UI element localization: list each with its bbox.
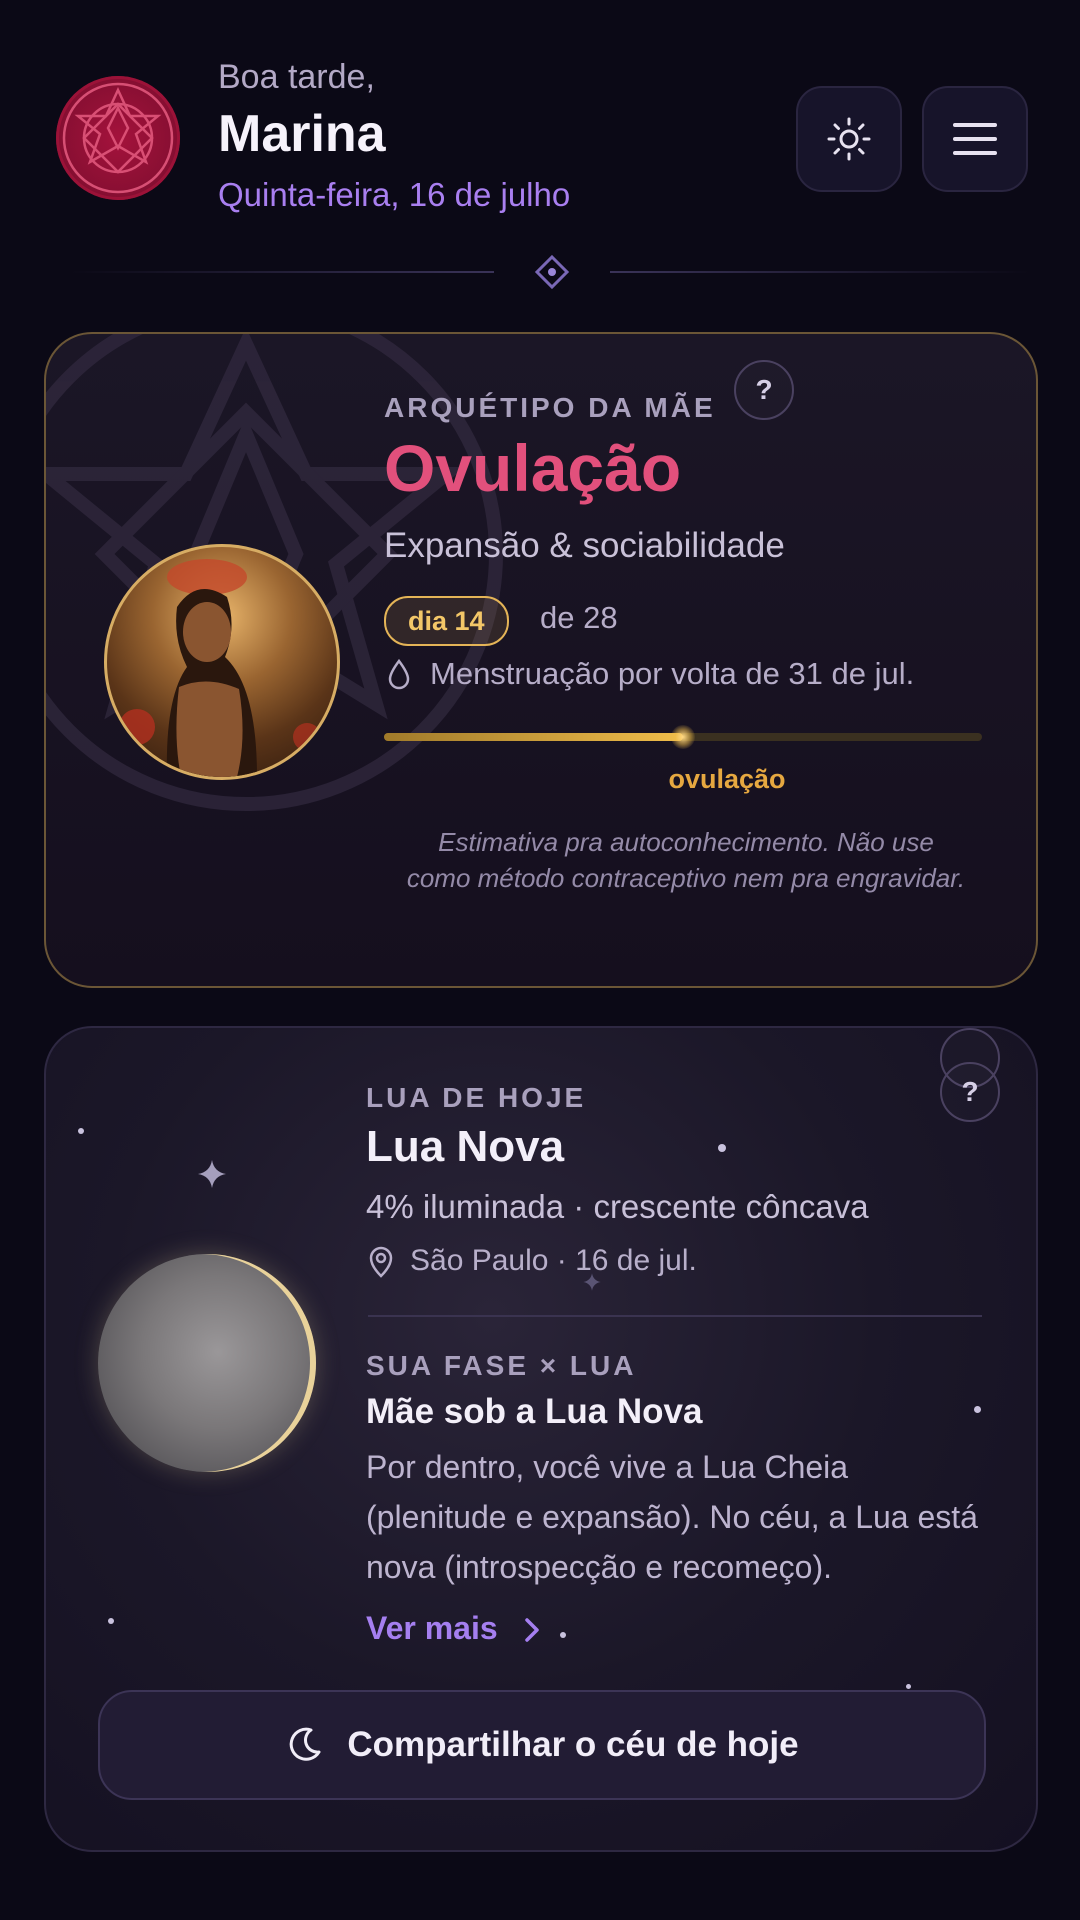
- diamond-ornament-icon: [534, 254, 570, 290]
- moon-illumination-text: 4% iluminada · crescente côncava: [366, 1188, 869, 1225]
- share-sky-button[interactable]: Compartilhar o céu de hoje: [98, 1690, 986, 1800]
- crescent-moon-icon: [290, 1727, 321, 1761]
- location-pin-icon: [369, 1246, 393, 1278]
- mandala-logo: [56, 76, 180, 200]
- cycle-phase-card: ? ARQUÉTIPO DA MÃE Ovulação Expansão & s…: [44, 332, 1038, 988]
- star-decoration: [78, 1128, 84, 1134]
- moon-kicker: LUA DE HOJE: [366, 1082, 587, 1113]
- phase-moon-kicker: SUA FASE × LUA: [366, 1350, 637, 1381]
- moon-card: LUA DE HOJE Lua Nova 4% iluminada · cres…: [44, 1026, 1038, 1852]
- period-estimate-text: Menstruação por volta de 31 de jul.: [430, 656, 915, 691]
- phase-moon-title: Mãe sob a Lua Nova: [366, 1392, 703, 1431]
- cycle-day-label: dia 14: [408, 605, 485, 636]
- cycle-progress-bar: [384, 725, 982, 749]
- moon-phase-image: [98, 1254, 316, 1472]
- user-name: Marina: [218, 105, 386, 163]
- drop-icon: [388, 658, 410, 690]
- phase-title: Ovulação: [384, 431, 682, 505]
- cycle-help-button[interactable]: ?: [734, 360, 794, 420]
- cycle-progress-fill: [384, 733, 683, 741]
- header-divider-right: [610, 271, 1030, 273]
- theme-toggle-button[interactable]: [796, 86, 902, 192]
- moon-location-text: São Paulo · 16 de jul.: [410, 1244, 697, 1277]
- moon-phase-title: Lua Nova: [366, 1122, 565, 1171]
- greeting-text: Boa tarde,: [218, 58, 375, 96]
- moon-card-divider: [368, 1315, 982, 1317]
- menu-button[interactable]: [922, 86, 1028, 192]
- help-label: ?: [961, 1076, 979, 1107]
- sparkle-icon: [198, 1160, 226, 1188]
- cycle-progress-marker: [671, 725, 695, 749]
- star-decoration: [108, 1618, 114, 1624]
- mother-archetype-portrait: [104, 544, 340, 780]
- chevron-right-icon[interactable]: [522, 1616, 542, 1644]
- see-more-link[interactable]: Ver mais: [366, 1610, 498, 1647]
- current-date: Quinta-feira, 16 de julho: [218, 176, 571, 213]
- phase-subtitle: Expansão & sociabilidade: [384, 526, 785, 565]
- moon-help-button[interactable]: ?: [940, 1062, 1000, 1122]
- help-label: ?: [755, 374, 773, 405]
- header-divider-left: [70, 271, 494, 273]
- contraception-disclaimer: Estimativa pra autoconhecimento. Não use…: [406, 827, 966, 893]
- cycle-length-text: de 28: [540, 600, 618, 635]
- star-decoration: [718, 1144, 726, 1152]
- hamburger-menu-icon: [953, 123, 997, 155]
- star-decoration: [906, 1684, 911, 1689]
- phase-moon-description: Por dentro, você vive a Lua Cheia (pleni…: [366, 1449, 978, 1585]
- star-decoration: [974, 1406, 981, 1413]
- cycle-progress-label: ovulação: [668, 764, 786, 794]
- cycle-day-badge: dia 14: [384, 596, 509, 646]
- sun-icon: [827, 117, 871, 161]
- archetype-kicker: ARQUÉTIPO DA MÃE: [384, 392, 716, 423]
- share-sky-label: Compartilhar o céu de hoje: [347, 1725, 799, 1764]
- star-decoration: [560, 1632, 566, 1638]
